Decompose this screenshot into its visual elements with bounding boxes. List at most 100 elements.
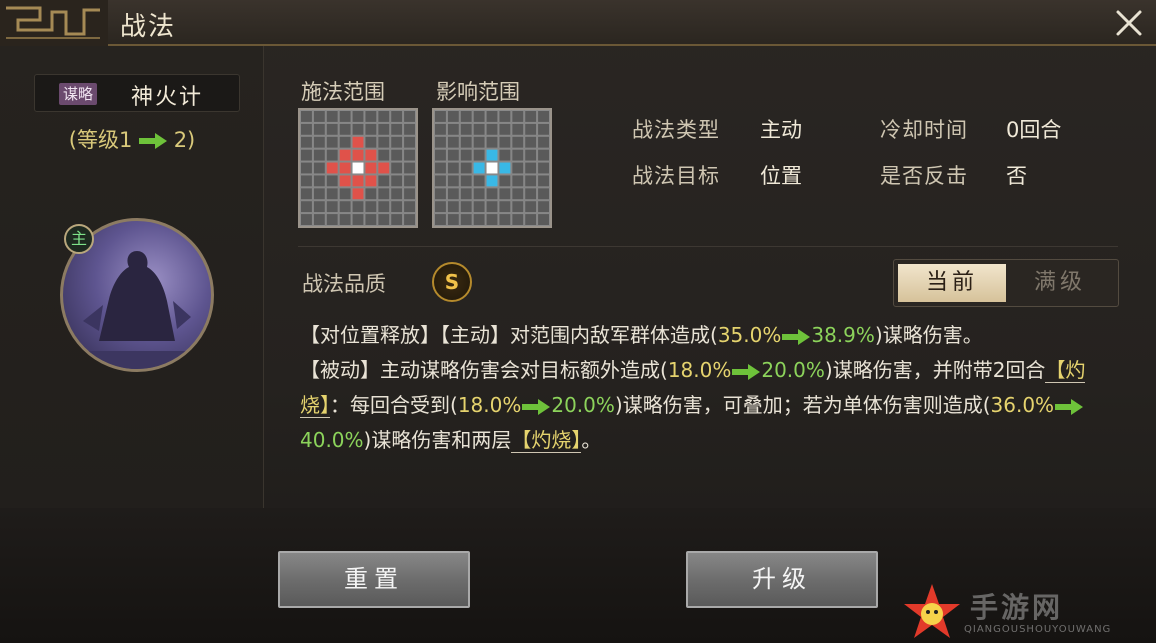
watermark-text: 手游网: [970, 591, 1064, 624]
cooldown-value: 0回合: [1006, 118, 1062, 142]
effect-grid-cell: [524, 161, 538, 175]
skill-target-label: 战法目标: [632, 164, 720, 188]
effect-grid-cell: [511, 161, 525, 175]
effect-grid-cell: [459, 122, 473, 136]
cast-grid-cell: [338, 187, 352, 201]
effect-grid-cell: [459, 110, 473, 123]
cast-grid-cell: [300, 122, 313, 136]
cast-grid-cell: [312, 213, 326, 226]
effect-grid-cell: [511, 187, 525, 201]
effect-grid-cell: [446, 122, 460, 136]
skill-name: 神火计: [131, 85, 204, 110]
cast-grid-cell: [351, 110, 365, 123]
effect-grid-cell: [537, 174, 550, 188]
effect-grid-cell: [498, 110, 512, 123]
cast-grid-cell: [325, 110, 339, 123]
effect-grid-cell: [524, 174, 538, 188]
burn-status-link[interactable]: 【灼烧】: [511, 428, 582, 453]
cast-grid-cell: [300, 187, 313, 201]
arrow-right-icon: [139, 133, 167, 149]
hero-portrait[interactable]: 主: [60, 218, 214, 372]
cast-grid-cell: [300, 174, 313, 188]
cast-grid-cell: [390, 174, 404, 188]
cast-grid-cell: [377, 213, 391, 226]
level-view-toggle: 当前 满级: [893, 259, 1119, 307]
effect-grid-cell: [472, 135, 486, 149]
watermark-subtext: QIANGOUSHOUYOUWANG: [964, 624, 1112, 635]
cast-grid-cell: [351, 213, 365, 226]
effect-grid-cell: [498, 200, 512, 214]
skill-name-box: 谋略 神火计: [34, 74, 240, 112]
effect-grid-cell: [524, 110, 538, 123]
cast-grid-cell: [338, 213, 352, 226]
tab-current[interactable]: 当前: [898, 264, 1006, 302]
cast-grid-cell: [312, 122, 326, 136]
effect-grid-cell: [485, 213, 499, 226]
cast-grid-active-cell: [364, 174, 378, 188]
cast-grid-cell: [312, 174, 326, 188]
cast-grid-center-cell: [351, 161, 365, 175]
effect-grid-cell: [459, 148, 473, 162]
cast-grid-cell: [390, 200, 404, 214]
counter-attack-value: 否: [1006, 164, 1027, 188]
cast-grid-active-cell: [338, 174, 352, 188]
effect-grid-cell: [498, 122, 512, 136]
cast-grid-cell: [403, 161, 416, 175]
cast-grid-cell: [390, 122, 404, 136]
cast-grid-active-cell: [377, 161, 391, 175]
close-icon[interactable]: [1112, 6, 1146, 40]
watermark-star-logo-icon: [904, 584, 960, 638]
effect-grid-cell: [511, 122, 525, 136]
effect-grid-cell: [537, 161, 550, 175]
title-ornament-icon: [0, 0, 108, 46]
damage-current: 35.0%: [717, 323, 782, 347]
arrow-right-icon: [782, 328, 811, 345]
upgrade-button[interactable]: 升级: [686, 551, 878, 608]
counter-attack-label: 是否反击: [880, 164, 968, 188]
effect-grid-cell: [537, 122, 550, 136]
effect-grid-cell: [524, 187, 538, 201]
window-title: 战法: [120, 12, 177, 42]
cast-grid-cell: [364, 213, 378, 226]
effect-grid-cell: [524, 135, 538, 149]
effect-grid-cell: [524, 122, 538, 136]
effect-grid-active-cell: [485, 148, 499, 162]
cast-grid-cell: [325, 187, 339, 201]
cast-grid-cell: [325, 174, 339, 188]
cast-grid-active-cell: [351, 148, 365, 162]
effect-grid-cell: [498, 187, 512, 201]
cast-grid-cell: [403, 174, 416, 188]
effect-grid-cell: [472, 174, 486, 188]
cast-grid-active-cell: [351, 187, 365, 201]
effect-grid-cell: [434, 110, 447, 123]
effect-grid-cell: [485, 122, 499, 136]
skill-description: 【对位置释放】【主动】对范围内敌军群体造成(35.0% 38.9%)谋略伤害。 【…: [300, 318, 1130, 458]
cast-grid-cell: [312, 110, 326, 123]
cast-grid-cell: [390, 213, 404, 226]
effect-grid-cell: [498, 213, 512, 226]
effect-grid-cell: [511, 110, 525, 123]
effect-grid-cell: [446, 148, 460, 162]
cast-grid-cell: [300, 213, 313, 226]
description-passive: 【被动】主动谋略伤害会对目标额外造成(18.0% 20.0%)谋略伤害，并附带2回…: [300, 358, 1086, 453]
effect-grid-cell: [434, 122, 447, 136]
effect-grid-cell: [537, 213, 550, 226]
cast-grid-cell: [312, 161, 326, 175]
skill-target-value: 位置: [760, 164, 802, 188]
effect-grid-cell: [472, 200, 486, 214]
cast-grid-cell: [390, 110, 404, 123]
cast-grid-cell: [377, 187, 391, 201]
cast-grid-cell: [403, 200, 416, 214]
damage-next: 38.9%: [811, 323, 875, 347]
tab-max-level[interactable]: 满级: [1006, 264, 1114, 302]
effect-grid-cell: [537, 135, 550, 149]
quality-grade-badge: S: [432, 262, 472, 302]
level-from: (等级1: [68, 128, 133, 152]
effect-range-label: 影响范围: [436, 80, 520, 104]
effect-grid-cell: [511, 174, 525, 188]
effect-grid-cell: [472, 213, 486, 226]
reset-button[interactable]: 重置: [278, 551, 470, 608]
effect-grid-cell: [472, 187, 486, 201]
hero-panel: 谋略 神火计 (等级1 2) 主: [0, 46, 264, 508]
effect-grid-cell: [537, 110, 550, 123]
